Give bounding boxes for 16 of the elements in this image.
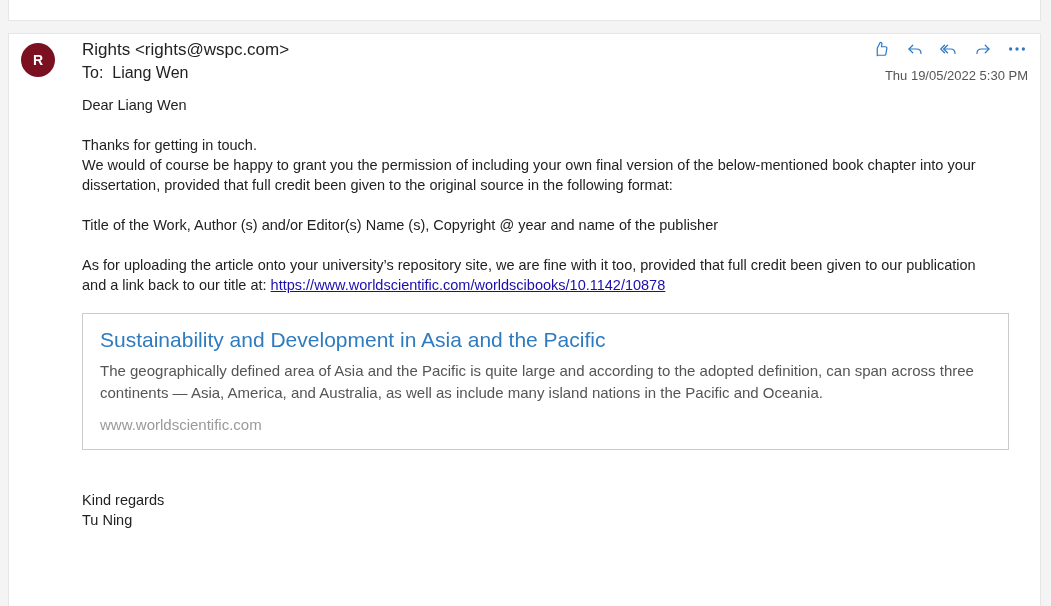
signature-line: Tu Ning: [82, 511, 134, 530]
recipient-line: To: Liang Wen: [82, 64, 190, 82]
body-text: We would of course be happy to grant you the permission of including your own final version of the below-mentioned book chapter into your dissertation, provided that full credit been given to the original source in the following format:: [82, 156, 977, 195]
signature-line: Kind regards: [82, 491, 166, 510]
avatar: R: [21, 43, 55, 77]
body-text: Thanks for getting in touch.: [82, 136, 258, 155]
preview-description: The geographically defined area of Asia and the Pacific is quite large and according to the adopted definition, can span across three continents — Asia, America, and Australia, as well as include many island nations in the Pacific and Oceania.: [100, 361, 975, 403]
body-text: As for uploading the article onto your university’s repository site, we are fine with it too, provided that full credit been given to our publication and a link back to our title at: https://www.worldscientific.com/worldscibooks/10.1142/10878: [82, 256, 977, 295]
more-icon: [1008, 47, 1026, 51]
body-text: Title of the Work, Author (s) and/or Editor(s) Name (s), Copyright @ year and name of the publisher: [82, 216, 720, 235]
preview-site: www.worldscientific.com: [100, 416, 263, 433]
date: Thu 19/05/2022 5:30 PM: [884, 68, 1028, 83]
sender: Rights <rights@wspc.com>: [82, 40, 290, 60]
preview-title[interactable]: Sustainability and Development in Asia and the Pacific: [100, 328, 991, 352]
body-text: Dear Liang Wen: [82, 96, 188, 115]
link[interactable]: https://www.worldscientific.com/worldscibooks/10.1142/10878: [270, 277, 666, 293]
